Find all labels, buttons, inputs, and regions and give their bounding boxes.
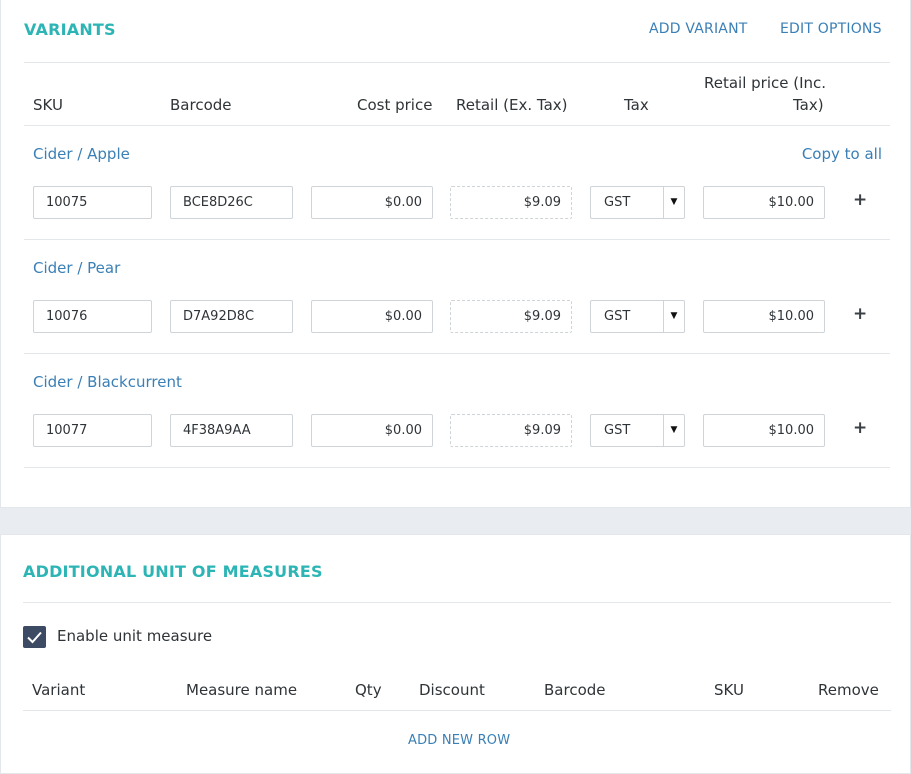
enable-unit-measure-label: Enable unit measure <box>57 627 213 645</box>
cost-price-input[interactable]: $0.00 <box>311 186 433 219</box>
uom-col-sku: SKU <box>714 681 744 699</box>
divider <box>24 62 890 63</box>
check-icon <box>27 631 42 644</box>
cost-price-input[interactable]: $0.00 <box>311 414 433 447</box>
tax-select[interactable]: GST ▼ <box>590 414 685 447</box>
variant-name: Cider / Apple <box>33 145 130 163</box>
cost-price-input[interactable]: $0.00 <box>311 300 433 333</box>
uom-col-barcode: Barcode <box>544 681 606 699</box>
sku-input[interactable]: 10075 <box>33 186 152 219</box>
divider <box>24 239 890 240</box>
uom-title: ADDITIONAL UNIT OF MEASURES <box>23 562 323 581</box>
tax-select-value: GST <box>604 195 631 210</box>
retail-inc-tax-input[interactable]: $10.00 <box>703 414 825 447</box>
retail-ex-tax-value: $9.09 <box>450 414 572 447</box>
col-header-retail-inc-tax-line2: Tax) <box>793 96 824 114</box>
uom-col-discount: Discount <box>419 681 485 699</box>
caret-down-icon: ▼ <box>663 301 684 332</box>
divider <box>24 467 890 468</box>
caret-down-icon: ▼ <box>663 187 684 218</box>
tax-select[interactable]: GST ▼ <box>590 186 685 219</box>
barcode-input[interactable]: BCE8D26C <box>170 186 293 219</box>
sku-input[interactable]: 10076 <box>33 300 152 333</box>
edit-options-button[interactable]: EDIT OPTIONS <box>780 21 882 37</box>
plus-icon[interactable]: + <box>853 418 867 438</box>
tax-select-value: GST <box>604 423 631 438</box>
divider <box>24 353 890 354</box>
add-new-row-button[interactable]: ADD NEW ROW <box>408 733 510 748</box>
retail-inc-tax-input[interactable]: $10.00 <box>703 186 825 219</box>
uom-col-variant: Variant <box>32 681 86 699</box>
col-header-retail-ex-tax: Retail (Ex. Tax) <box>456 96 568 114</box>
col-header-retail-inc-tax-line1: Retail price (Inc. <box>704 74 827 92</box>
uom-col-remove: Remove <box>818 681 879 699</box>
uom-col-qty: Qty <box>355 681 382 699</box>
variant-name: Cider / Blackcurrent <box>33 373 182 391</box>
variants-title: VARIANTS <box>24 20 116 39</box>
tax-select[interactable]: GST ▼ <box>590 300 685 333</box>
add-variant-button[interactable]: ADD VARIANT <box>649 21 748 37</box>
barcode-input[interactable]: 4F38A9AA <box>170 414 293 447</box>
enable-unit-measure-checkbox[interactable] <box>23 626 46 648</box>
divider <box>23 710 891 711</box>
retail-ex-tax-value: $9.09 <box>450 186 572 219</box>
copy-to-all-link[interactable]: Copy to all <box>802 145 882 163</box>
plus-icon[interactable]: + <box>853 304 867 324</box>
variant-name: Cider / Pear <box>33 259 121 277</box>
col-header-sku: SKU <box>33 96 63 114</box>
col-header-tax: Tax <box>624 96 649 114</box>
plus-icon[interactable]: + <box>853 190 867 210</box>
retail-ex-tax-value: $9.09 <box>450 300 572 333</box>
col-header-cost-price: Cost price <box>357 96 433 114</box>
col-header-barcode: Barcode <box>170 96 232 114</box>
barcode-input[interactable]: D7A92D8C <box>170 300 293 333</box>
retail-inc-tax-input[interactable]: $10.00 <box>703 300 825 333</box>
tax-select-value: GST <box>604 309 631 324</box>
uom-col-measure-name: Measure name <box>186 681 298 699</box>
sku-input[interactable]: 10077 <box>33 414 152 447</box>
variants-card: VARIANTS ADD VARIANT EDIT OPTIONS SKU Ba… <box>0 0 911 508</box>
divider <box>23 602 891 603</box>
divider <box>24 125 890 126</box>
caret-down-icon: ▼ <box>663 415 684 446</box>
